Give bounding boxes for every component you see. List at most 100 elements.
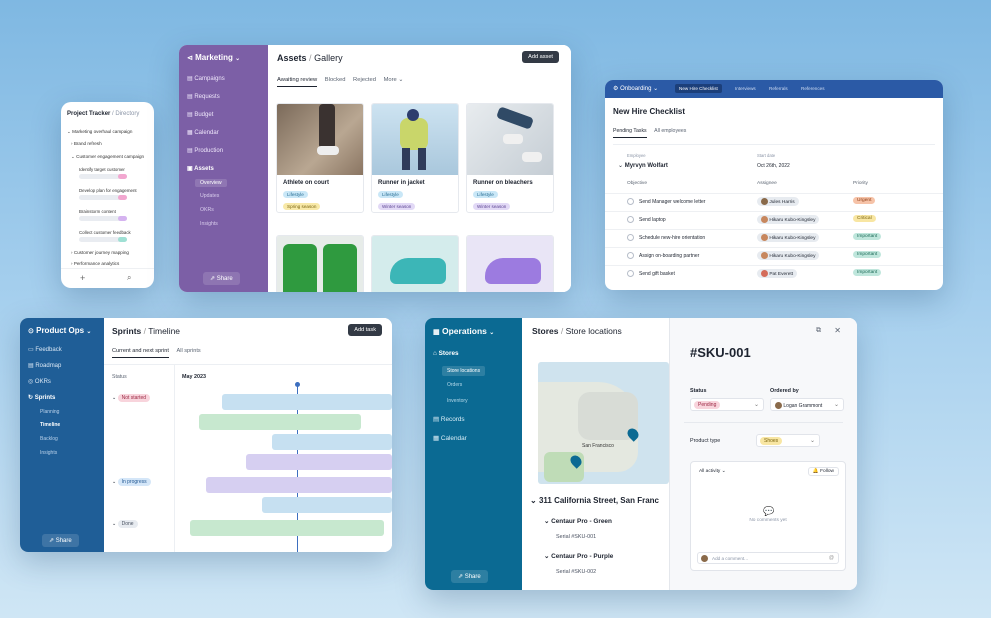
list-item[interactable]: Identify target customer xyxy=(79,167,125,172)
assignee-chip[interactable]: Hikaru Kubo-Kingsley xyxy=(757,233,820,242)
search-icon[interactable]: ⌕ xyxy=(127,273,131,283)
sidebar-item-assets[interactable]: ▣ Assets xyxy=(187,165,214,172)
assignee-chip[interactable]: Hikaru Kubo-Kingsley xyxy=(757,251,820,260)
tab-all-employees[interactable]: All employees xyxy=(654,128,686,134)
app-switcher[interactable]: ⊲ Marketing ⌄ xyxy=(187,53,240,62)
product-row[interactable]: ⌄ Centaur Pro - Green xyxy=(544,517,612,525)
list-item[interactable]: Develop plan for engagement xyxy=(79,188,137,193)
ordered-by-select[interactable]: Logan Grammont ⌄ xyxy=(770,398,844,411)
asset-card[interactable]: Runner in jacket Lifestyle Winter season xyxy=(371,103,459,213)
add-icon[interactable]: + xyxy=(80,273,85,283)
sidebar-sub-updates[interactable]: Updates xyxy=(200,193,219,199)
sidebar-item-calendar[interactable]: ▦ Calendar xyxy=(187,129,219,136)
table-row[interactable]: Send Manager welcome letter Jules Harris… xyxy=(605,193,943,211)
store-address[interactable]: ⌄ 311 California Street, San Franc xyxy=(530,496,659,505)
list-item[interactable]: Brainstorm content xyxy=(79,209,116,214)
sidebar-item-okrs[interactable]: ◎ OKRs xyxy=(28,378,51,385)
list-item[interactable]: Collect customer feedback xyxy=(79,230,131,235)
timeline-bar[interactable] xyxy=(272,434,392,450)
sidebar-item-production[interactable]: ▤ Production xyxy=(187,147,223,154)
breadcrumb-store-locations[interactable]: Store locations xyxy=(566,326,622,336)
list-item[interactable]: › Customer journey mapping xyxy=(71,250,129,255)
tab-interviews[interactable]: Interviews xyxy=(735,86,756,91)
assignee-chip[interactable]: Hikaru Kubo-Kingsley xyxy=(757,215,820,224)
sidebar-sub-overview[interactable]: Overview xyxy=(195,179,227,187)
comment-input[interactable]: Add a comment... @ xyxy=(697,552,839,564)
asset-card[interactable] xyxy=(371,235,459,292)
checkbox[interactable] xyxy=(627,234,634,241)
sidebar-sub-inventory[interactable]: Inventory xyxy=(447,398,468,404)
status-group[interactable]: ⌄ Not started xyxy=(112,394,151,402)
app-switcher[interactable]: ⚙ Onboarding ⌄ xyxy=(613,85,658,92)
sidebar-sub-backlog[interactable]: Backlog xyxy=(40,436,58,442)
timeline-bar[interactable] xyxy=(222,394,392,410)
list-item[interactable]: ⌄ Marketing overhaul campaign xyxy=(67,129,132,135)
sidebar-item-stores[interactable]: ⌂ Stores xyxy=(433,350,459,357)
checkbox[interactable] xyxy=(627,198,634,205)
list-item[interactable]: › Performance analytics xyxy=(71,261,119,266)
sidebar-item-requests[interactable]: ▤ Requests xyxy=(187,93,220,100)
expand-icon[interactable]: ⧉ xyxy=(816,327,821,335)
tab-rejected[interactable]: Rejected xyxy=(353,77,376,83)
add-task-button[interactable]: Add task xyxy=(348,324,382,336)
tab-references[interactable]: References xyxy=(801,86,825,91)
tab-new-hire-checklist[interactable]: New Hire Checklist xyxy=(675,84,722,93)
tab-awaiting-review[interactable]: Awaiting review xyxy=(277,77,318,87)
timeline-bar[interactable] xyxy=(190,520,384,536)
breadcrumb-gallery[interactable]: Gallery xyxy=(314,53,343,63)
product-row[interactable]: ⌄ Centaur Pro - Purple xyxy=(544,552,613,560)
table-row[interactable]: Schedule new-hire orientation Hikaru Kub… xyxy=(605,229,943,247)
sidebar-item-feedback[interactable]: ▭ Feedback xyxy=(28,346,62,353)
status-group[interactable]: ⌄ Done xyxy=(112,520,138,528)
add-asset-button[interactable]: Add asset xyxy=(522,51,559,63)
share-button[interactable]: ⇗ Share xyxy=(42,534,79,547)
breadcrumb-timeline[interactable]: Timeline xyxy=(148,326,180,336)
sidebar-sub-okrs[interactable]: OKRs xyxy=(200,207,214,213)
checkbox[interactable] xyxy=(627,270,634,277)
asset-card[interactable] xyxy=(276,235,364,292)
table-row[interactable]: Send laptop Hikaru Kubo-Kingsley Critica… xyxy=(605,211,943,229)
activity-filter[interactable]: All activity ⌄ xyxy=(699,469,726,474)
timeline-bar[interactable] xyxy=(206,477,392,493)
asset-card[interactable]: Runner on bleachers Lifestyle Winter sea… xyxy=(466,103,554,213)
app-switcher[interactable]: ⊙ Product Ops ⌄ xyxy=(28,326,91,335)
sidebar-item-roadmap[interactable]: ▤ Roadmap xyxy=(28,362,61,369)
timeline-bar[interactable] xyxy=(262,497,392,513)
mention-icon[interactable]: @ xyxy=(829,555,834,561)
status-select[interactable]: Pending ⌄ xyxy=(690,398,764,411)
store-map[interactable]: San Francisco xyxy=(538,362,669,484)
assignee-chip[interactable]: Jules Harris xyxy=(757,197,799,206)
share-button[interactable]: ⇗ Share xyxy=(203,272,240,285)
app-switcher[interactable]: ▦ Operations ⌄ xyxy=(433,326,494,336)
sidebar-item-sprints[interactable]: ↻ Sprints xyxy=(28,394,55,401)
sidebar-sub-orders[interactable]: Orders xyxy=(447,382,462,388)
share-button[interactable]: ⇗ Share xyxy=(451,570,488,583)
sidebar-sub-insights[interactable]: Insights xyxy=(200,221,218,227)
table-row[interactable]: Send gift basket Pat Everett Important xyxy=(605,265,943,283)
close-icon[interactable]: ✕ xyxy=(834,326,841,335)
product-type-select[interactable]: Shoes ⌄ xyxy=(756,434,820,447)
checkbox[interactable] xyxy=(627,216,634,223)
tab-blocked[interactable]: Blocked xyxy=(325,77,346,83)
table-row[interactable]: Assign on-boarding partner Hikaru Kubo-K… xyxy=(605,247,943,265)
sidebar-item-records[interactable]: ▤ Records xyxy=(433,415,465,423)
tab-all-sprints[interactable]: All sprints xyxy=(176,348,200,354)
timeline-bar[interactable] xyxy=(199,414,361,430)
tab-more[interactable]: More xyxy=(384,77,397,83)
tab-referrals[interactable]: Referrals xyxy=(769,86,788,91)
sidebar-sub-insights[interactable]: Insights xyxy=(40,450,57,456)
sidebar-sub-timeline[interactable]: Timeline xyxy=(40,422,60,428)
sidebar-sub-planning[interactable]: Planning xyxy=(40,409,59,415)
asset-card[interactable] xyxy=(466,235,554,292)
checkbox[interactable] xyxy=(627,252,634,259)
sidebar-item-campaigns[interactable]: ▤ Campaigns xyxy=(187,75,225,82)
asset-card[interactable]: Athlete on court Lifestyle Spring season xyxy=(276,103,364,213)
follow-button[interactable]: 🔔 Follow xyxy=(807,467,839,476)
sidebar-sub-store-locations[interactable]: Store locations xyxy=(442,366,486,376)
list-item[interactable]: ⌄ Customer engagement campaign xyxy=(71,154,144,160)
sidebar-item-budget[interactable]: ▤ Budget xyxy=(187,111,213,118)
assignee-chip[interactable]: Pat Everett xyxy=(757,269,798,278)
list-item[interactable]: › Brand refresh xyxy=(71,141,102,146)
sidebar-item-calendar[interactable]: ▦ Calendar xyxy=(433,434,467,442)
status-group[interactable]: ⌄ In progress xyxy=(112,478,151,486)
